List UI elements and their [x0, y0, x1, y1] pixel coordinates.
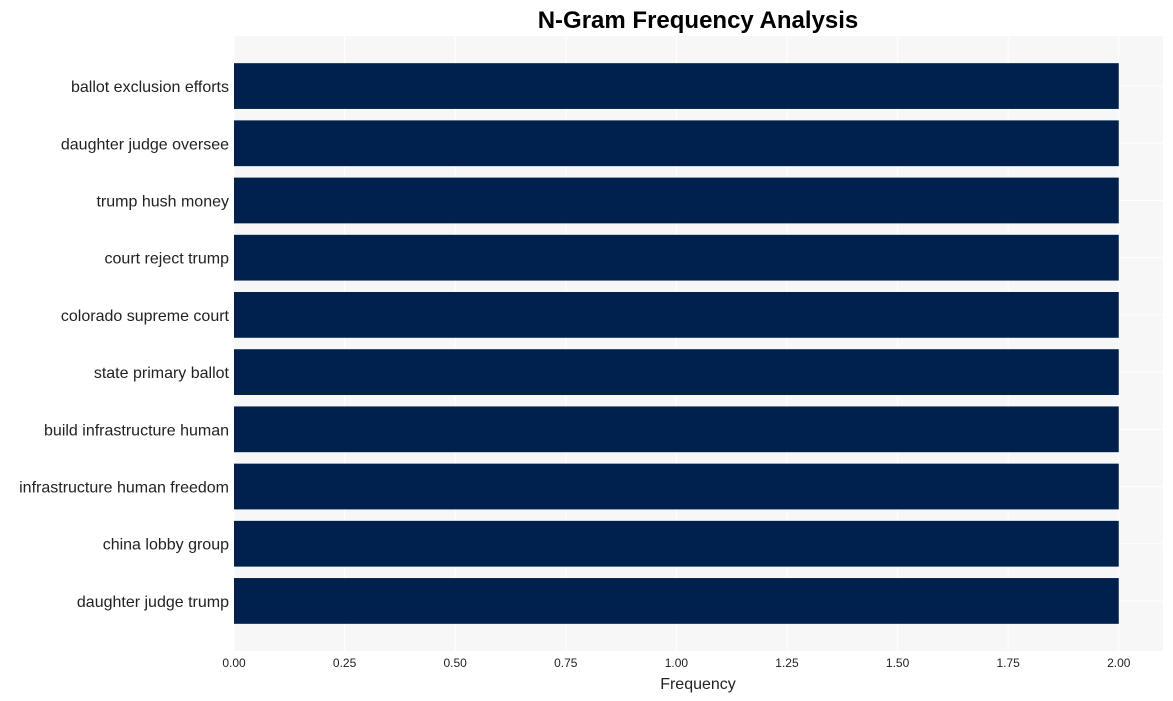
- bar: [234, 120, 1119, 167]
- y-tick-label: build infrastructure human: [44, 422, 229, 439]
- x-axis-label: Frequency: [660, 676, 736, 693]
- bar: [234, 520, 1119, 567]
- bar: [234, 463, 1119, 510]
- y-tick-label: daughter judge oversee: [61, 136, 229, 153]
- ngram-bar-chart: N-Gram Frequency Analysis ballot exclusi…: [19, 7, 1163, 693]
- y-axis-labels: ballot exclusion efforts daughter judge o…: [19, 79, 229, 611]
- y-tick-label: court reject trump: [105, 251, 230, 268]
- x-tick-label: 2.00: [1107, 656, 1131, 670]
- y-tick-label: ballot exclusion efforts: [71, 79, 229, 96]
- bar: [234, 292, 1119, 338]
- x-tick-label: 1.50: [886, 656, 910, 670]
- x-axis-ticks: 0.00 0.25 0.50 0.75 1.00 1.25 1.50 1.75 2.00: [222, 656, 1130, 670]
- y-tick-label: daughter judge trump: [77, 594, 229, 611]
- bar: [234, 234, 1119, 281]
- x-tick-label: 0.50: [444, 656, 468, 670]
- y-tick-label: trump hush money: [96, 193, 229, 210]
- bar: [234, 578, 1119, 624]
- x-tick-label: 0.00: [222, 656, 246, 670]
- chart-title: N-Gram Frequency Analysis: [538, 7, 859, 34]
- bar: [234, 177, 1119, 224]
- bar: [234, 406, 1119, 453]
- y-tick-label: china lobby group: [103, 537, 229, 554]
- bar: [234, 63, 1119, 109]
- y-tick-label: infrastructure human freedom: [19, 480, 229, 497]
- x-tick-label: 0.25: [333, 656, 357, 670]
- bar: [234, 349, 1119, 395]
- x-tick-label: 1.00: [665, 656, 689, 670]
- x-tick-label: 1.75: [996, 656, 1020, 670]
- y-tick-label: state primary ballot: [94, 365, 230, 382]
- y-tick-label: colorado supreme court: [61, 308, 230, 325]
- x-tick-label: 0.75: [554, 656, 578, 670]
- x-tick-label: 1.25: [775, 656, 799, 670]
